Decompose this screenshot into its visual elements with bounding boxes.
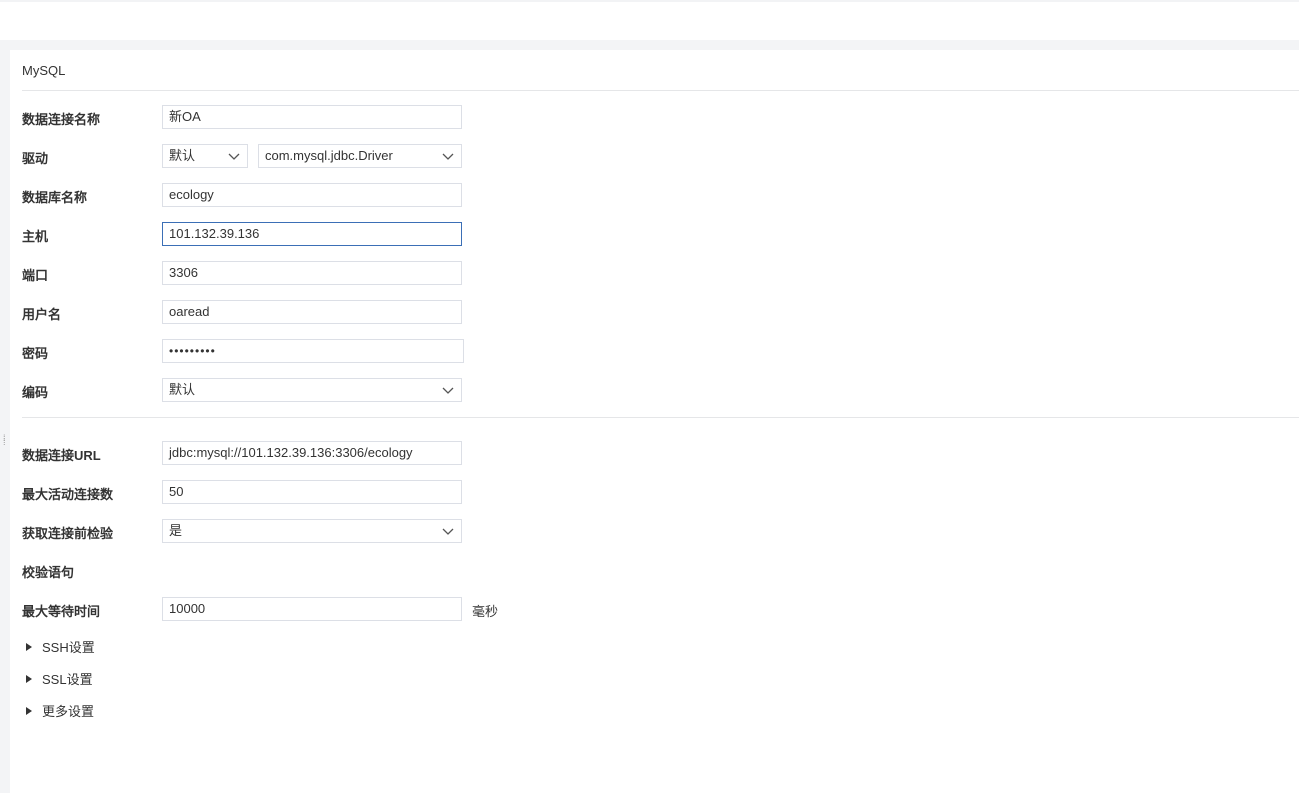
- section-divider: [22, 417, 1299, 418]
- driver-mode-select[interactable]: 默认: [162, 144, 248, 168]
- test-on-borrow-label: 获取连接前检验: [22, 526, 114, 541]
- port-label: 端口: [22, 268, 49, 283]
- password-label: 密码: [22, 346, 49, 361]
- max-active-input[interactable]: 50: [162, 480, 462, 504]
- username-label: 用户名: [22, 307, 62, 322]
- validation-query-label: 校验语句: [22, 565, 75, 580]
- ssh-settings-label: SSH设置: [42, 640, 95, 655]
- panel-gap: [10, 40, 1299, 50]
- chevron-down-icon: [442, 387, 454, 394]
- ssh-settings-toggle[interactable]: SSH设置: [26, 637, 95, 656]
- caret-right-icon: [26, 675, 32, 683]
- ssl-settings-toggle[interactable]: SSL设置: [26, 669, 93, 688]
- test-on-borrow-select[interactable]: 是: [162, 519, 462, 543]
- password-input[interactable]: •••••••••: [162, 339, 464, 363]
- caret-right-icon: [26, 707, 32, 715]
- driver-class-value: com.mysql.jdbc.Driver: [265, 148, 393, 163]
- chevron-down-icon: [442, 528, 454, 535]
- test-on-borrow-value: 是: [169, 523, 183, 538]
- caret-right-icon: [26, 643, 32, 651]
- conn-name-label: 数据连接名称: [22, 112, 101, 127]
- port-input[interactable]: 3306: [162, 261, 462, 285]
- title-divider: [22, 90, 1299, 91]
- driver-label: 驱动: [22, 151, 49, 166]
- more-settings-toggle[interactable]: 更多设置: [26, 701, 94, 720]
- conn-name-input[interactable]: 新OA: [162, 105, 462, 129]
- username-input[interactable]: oaread: [162, 300, 462, 324]
- max-wait-label: 最大等待时间: [22, 604, 101, 619]
- host-label: 主机: [22, 229, 49, 244]
- driver-mode-value: 默认: [169, 148, 196, 163]
- chevron-down-icon: [228, 153, 240, 160]
- encoding-select[interactable]: 默认: [162, 378, 462, 402]
- db-name-input[interactable]: ecology: [162, 183, 462, 207]
- max-wait-unit: 毫秒: [472, 604, 499, 619]
- host-input[interactable]: 101.132.39.136: [162, 222, 462, 246]
- drag-handle-icon[interactable]: ⁞ ⁞: [3, 434, 9, 450]
- chevron-down-icon: [442, 153, 454, 160]
- max-active-label: 最大活动连接数: [22, 487, 114, 502]
- max-wait-input[interactable]: 10000: [162, 597, 462, 621]
- top-bar: [0, 0, 1299, 40]
- encoding-value: 默认: [169, 382, 196, 397]
- driver-class-select[interactable]: com.mysql.jdbc.Driver: [258, 144, 462, 168]
- connection-form-panel: MySQL 数据连接名称 新OA 驱动 默认 com.mysql.jdbc.Dr…: [10, 50, 1299, 793]
- more-settings-label: 更多设置: [42, 704, 95, 719]
- encoding-label: 编码: [22, 385, 49, 400]
- url-input[interactable]: jdbc:mysql://101.132.39.136:3306/ecology: [162, 441, 462, 465]
- panel-title: MySQL: [22, 63, 66, 78]
- db-name-label: 数据库名称: [22, 190, 88, 205]
- url-label: 数据连接URL: [22, 448, 101, 463]
- left-gutter: [0, 40, 10, 793]
- ssl-settings-label: SSL设置: [42, 672, 93, 687]
